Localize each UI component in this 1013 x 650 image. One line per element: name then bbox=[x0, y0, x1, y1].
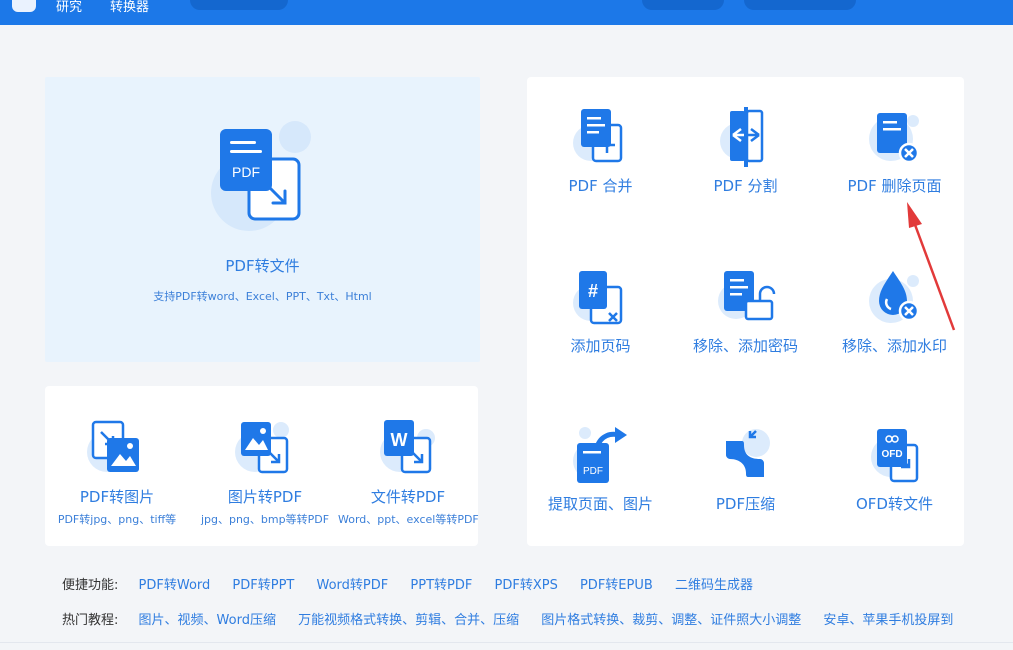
add-page-number-icon: # bbox=[572, 271, 622, 325]
pdf-badge-label: PDF bbox=[232, 164, 260, 180]
ofd-convert-label: OFD转文件 bbox=[856, 495, 933, 513]
password-label: 移除、添加密码 bbox=[692, 337, 798, 355]
tutorial-link-screen-mirror[interactable]: 安卓、苹果手机投屏到 bbox=[823, 613, 953, 628]
image-to-pdf-label: 图片转PDF bbox=[227, 488, 303, 506]
tutorial-link-video-convert[interactable]: 万能视频格式转换、剪辑、合并、压缩 bbox=[298, 613, 519, 628]
password-lock-icon bbox=[717, 271, 775, 321]
extract-page-icon: PDF bbox=[572, 427, 627, 483]
pdf-to-file-title: PDF转文件 bbox=[225, 257, 300, 275]
ofd-badge: OFD bbox=[881, 449, 902, 460]
shortcut-link-pdf-to-xps[interactable]: PDF转XPS bbox=[495, 578, 558, 593]
extract-page-label: 提取页面、图片 bbox=[547, 495, 653, 513]
watermark-icon bbox=[868, 271, 919, 323]
tutorial-label: 热门教程: bbox=[62, 613, 119, 628]
tutorial-links-row: 热门教程: 图片、视频、Word压缩 万能视频格式转换、剪辑、合并、压缩 图片格… bbox=[62, 609, 971, 628]
file-to-pdf-subtitle: Word、ppt、excel等转PDF bbox=[338, 513, 479, 526]
pdf-convert-icon: PDF bbox=[211, 121, 311, 231]
add-page-number-label: 添加页码 bbox=[570, 337, 631, 355]
svg-text:#: # bbox=[587, 281, 597, 301]
pdf-merge-label: PDF 合并 bbox=[568, 177, 633, 195]
pdf-to-image-tool[interactable]: PDF转图片 PDF转jpg、png、tiff等 bbox=[47, 418, 187, 527]
tutorial-link-image-convert[interactable]: 图片格式转换、裁剪、调整、证件照大小调整 bbox=[541, 613, 801, 628]
pdf-split-icon bbox=[719, 107, 763, 167]
nav-pill-1[interactable] bbox=[190, 0, 288, 10]
watermark-label: 移除、添加水印 bbox=[841, 337, 947, 355]
nav-pill-2[interactable] bbox=[642, 0, 724, 10]
shortcut-link-pdf-to-ppt[interactable]: PDF转PPT bbox=[232, 578, 294, 593]
pdf-delete-page-label: PDF 删除页面 bbox=[847, 177, 942, 195]
app-logo bbox=[12, 0, 36, 12]
pdf-delete-page-icon bbox=[868, 113, 919, 164]
pdf-compress-label: PDF压缩 bbox=[715, 495, 776, 513]
shortcut-link-ppt-to-pdf[interactable]: PPT转PDF bbox=[410, 578, 472, 593]
add-page-number-tool[interactable]: # 添加页码 bbox=[533, 267, 668, 356]
nav-pill-3[interactable] bbox=[744, 0, 856, 10]
pdf-to-image-subtitle: PDF转jpg、png、tiff等 bbox=[57, 513, 177, 526]
tutorial-link-compress[interactable]: 图片、视频、Word压缩 bbox=[139, 613, 276, 628]
password-tool[interactable]: 移除、添加密码 bbox=[678, 267, 813, 356]
nav-item-research[interactable]: 研究 bbox=[56, 0, 82, 15]
pdf-to-image-icon bbox=[87, 420, 139, 472]
shortcut-link-qr-generator[interactable]: 二维码生成器 bbox=[675, 578, 753, 593]
pdf-split-tool[interactable]: PDF 分割 bbox=[678, 107, 813, 196]
svg-text:W: W bbox=[391, 430, 408, 450]
pdf-merge-tool[interactable]: PDF 合并 bbox=[533, 107, 668, 196]
shortcut-link-pdf-to-word[interactable]: PDF转Word bbox=[139, 578, 211, 593]
image-to-pdf-subtitle: jpg、png、bmp等转PDF bbox=[200, 513, 330, 526]
pdf-to-file-card[interactable]: PDF PDF转文件 支持PDF转word、Excel、PPT、Txt、Html bbox=[45, 77, 480, 362]
shortcut-links-row: 便捷功能: PDF转Word PDF转PPT Word转PDF PPT转PDF … bbox=[62, 574, 771, 593]
ofd-convert-tool[interactable]: OFD OFD转文件 bbox=[825, 425, 964, 514]
image-to-pdf-tool[interactable]: 图片转PDF jpg、png、bmp等转PDF bbox=[195, 418, 335, 527]
watermark-tool[interactable]: 移除、添加水印 bbox=[825, 267, 964, 356]
file-to-pdf-label: 文件转PDF bbox=[370, 488, 446, 506]
nav-item-converter[interactable]: 转换器 bbox=[110, 0, 149, 15]
image-to-pdf-icon bbox=[235, 422, 289, 474]
file-to-pdf-tool[interactable]: W 文件转PDF Word、ppt、excel等转PDF bbox=[338, 418, 479, 527]
pdf-to-image-label: PDF转图片 bbox=[79, 488, 155, 506]
footer-divider bbox=[0, 642, 1013, 643]
pdf-compress-icon bbox=[725, 429, 770, 477]
file-to-pdf-icon: W bbox=[380, 420, 435, 474]
pdf-to-file-subtitle: 支持PDF转word、Excel、PPT、Txt、Html bbox=[153, 290, 372, 303]
conversion-tools-card: PDF转图片 PDF转jpg、png、tiff等 图片转PDF jpg、png、… bbox=[45, 386, 479, 546]
pdf-delete-page-tool[interactable]: PDF 删除页面 bbox=[825, 107, 964, 196]
top-navigation-bar: 研究 转换器 bbox=[0, 0, 1013, 25]
pdf-compress-tool[interactable]: PDF压缩 bbox=[678, 425, 813, 514]
extract-page-tool[interactable]: PDF 提取页面、图片 bbox=[533, 425, 668, 514]
pdf-tools-card: PDF 合并 PDF 分割 PDF 删除页面 # 添加页码 移除、添加密码 移除… bbox=[527, 77, 964, 546]
shortcut-link-pdf-to-epub[interactable]: PDF转EPUB bbox=[580, 578, 653, 593]
pdf-merge-icon bbox=[572, 109, 622, 163]
shortcut-link-word-to-pdf[interactable]: Word转PDF bbox=[317, 578, 389, 593]
extract-pdf-badge: PDF bbox=[583, 466, 603, 477]
shortcut-label: 便捷功能: bbox=[62, 578, 119, 593]
ofd-convert-icon: OFD bbox=[870, 429, 918, 483]
pdf-split-label: PDF 分割 bbox=[713, 177, 778, 195]
